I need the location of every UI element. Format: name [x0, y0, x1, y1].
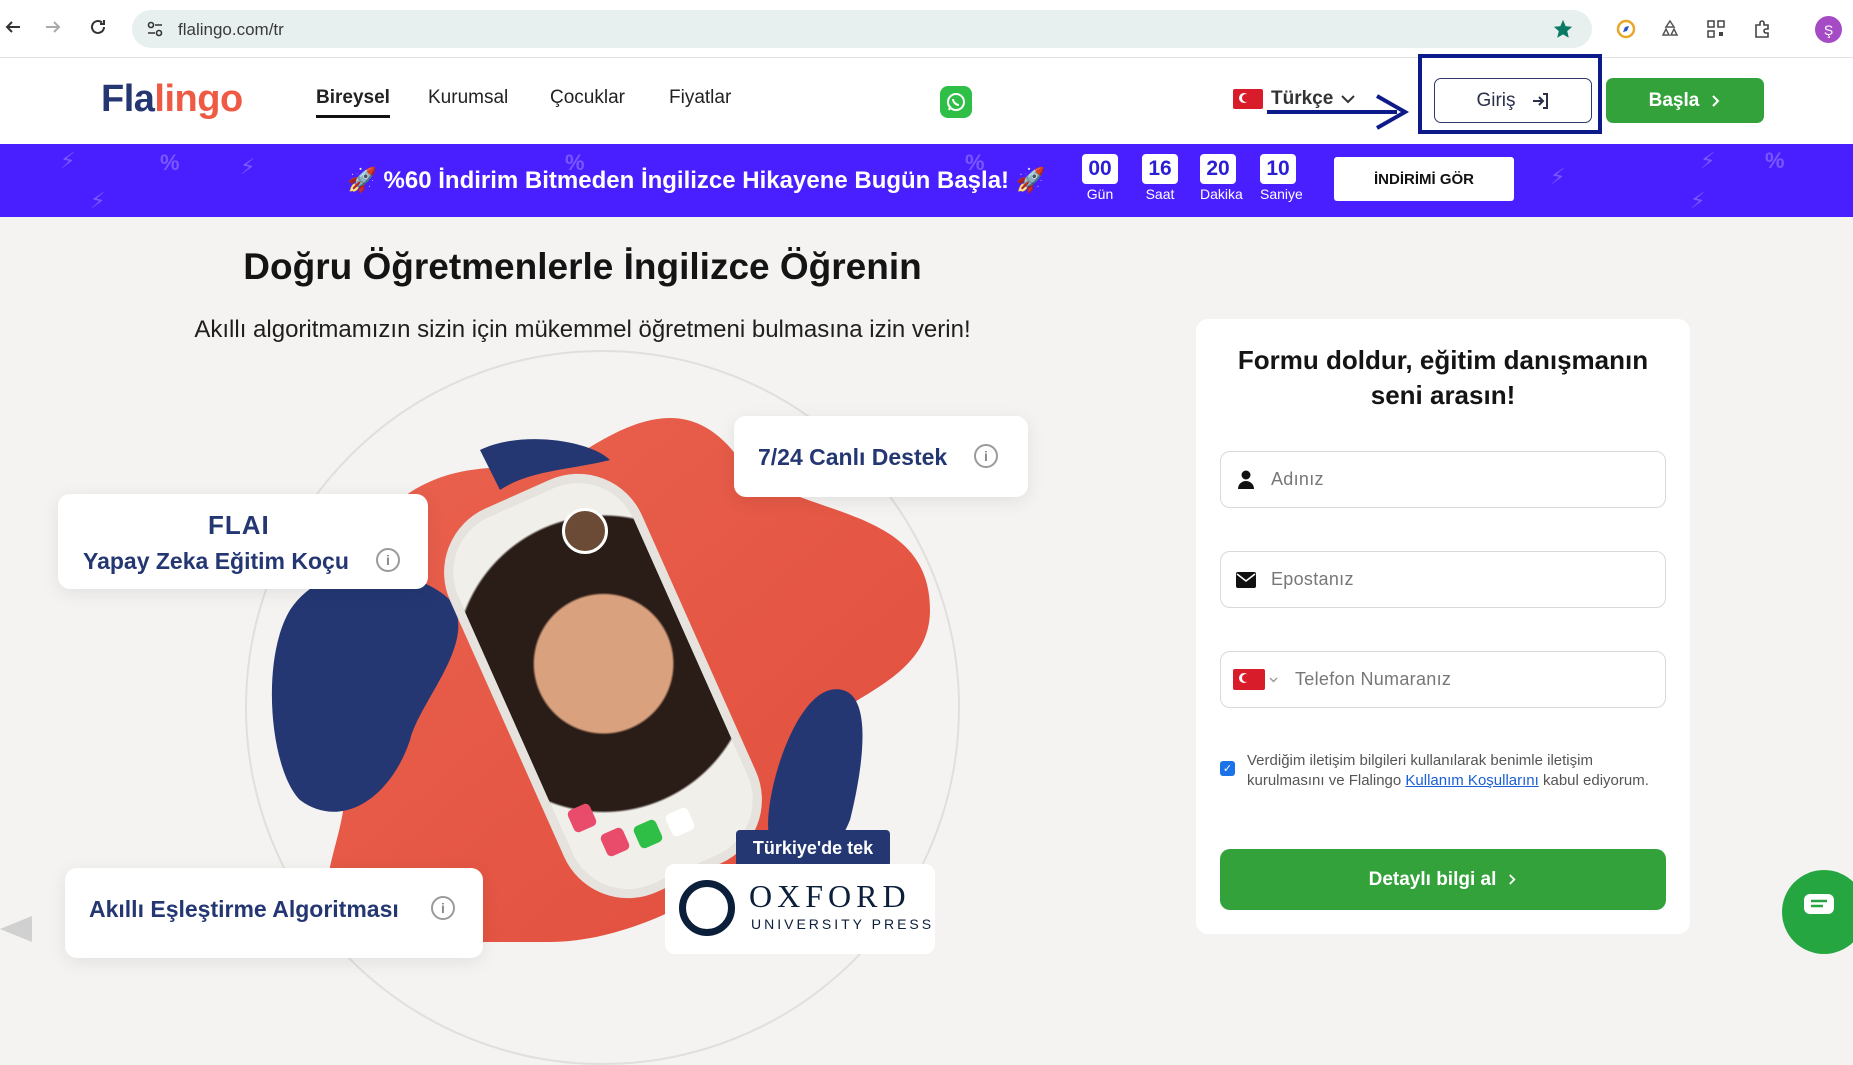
forward-arrow-icon[interactable] [42, 16, 64, 38]
nav-bireysel[interactable]: Bireysel [316, 87, 390, 118]
extension-recycle-icon[interactable] [1658, 17, 1682, 41]
whatsapp-icon[interactable] [940, 86, 972, 118]
countdown-hours: 16 Saat [1142, 154, 1178, 202]
promo-text: 🚀 %60 İndirim Bitmeden İngilizce Hikayen… [347, 167, 1046, 194]
info-icon[interactable]: i [431, 896, 455, 920]
countdown-days: 00 Gün [1082, 154, 1118, 202]
hero-title: Doğru Öğretmenlerle İngilizce Öğrenin [243, 246, 922, 287]
more-info-button[interactable]: Detaylı bilgi al [1220, 849, 1666, 910]
more-info-label: Detaylı bilgi al [1368, 868, 1497, 890]
hero-subtitle: Akıllı algoritmamızın sizin için mükemme… [194, 316, 971, 343]
percent-badge-icon: % [1765, 148, 1785, 173]
oxford-emblem-icon [679, 880, 735, 936]
countdown-minutes-value: 20 [1200, 154, 1236, 184]
url-text: flalingo.com/tr [178, 20, 284, 39]
chevron-right-icon [1712, 94, 1720, 107]
live-chat-button[interactable] [1782, 870, 1853, 954]
start-button[interactable]: Başla [1606, 78, 1764, 123]
name-field[interactable]: Adınız [1220, 451, 1666, 508]
user-icon [1221, 470, 1271, 490]
lightning-icon: ⚡ [60, 148, 76, 173]
logo-part-lingo: lingo [154, 78, 243, 120]
card-match-title: Akıllı Eşleştirme Algoritması [89, 896, 399, 922]
oxford-logo-card: OXFORD UNIVERSITY PRESS [665, 864, 935, 954]
phone-placeholder: Telefon Numaranız [1295, 669, 1452, 689]
consent-row: ✓ Verdiğim iletişim bilgileri kullanılar… [1220, 751, 1666, 791]
logo-part-fla: Fla [101, 78, 155, 120]
carousel-prev-icon[interactable] [0, 916, 32, 942]
login-button[interactable]: Giriş [1434, 78, 1592, 123]
consent-checkbox[interactable]: ✓ [1220, 761, 1235, 776]
extensions-puzzle-icon[interactable] [1750, 17, 1774, 41]
lightning-icon: ⚡ [240, 154, 256, 179]
annotation-arrow [1267, 94, 1410, 130]
chevron-right-icon [1509, 874, 1516, 885]
phone-field[interactable]: Telefon Numaranız [1220, 651, 1666, 708]
card-ai-coach: FLAI Yapay Zeka Eğitim Koçu i [58, 494, 428, 589]
nav-cocuklar[interactable]: Çocuklar [550, 87, 625, 109]
oxford-line1: OXFORD [749, 878, 911, 914]
countdown-days-label: Gün [1086, 186, 1114, 202]
extension-qr-icon[interactable] [1704, 17, 1728, 41]
oxford-line2: UNIVERSITY PRESS [751, 916, 935, 932]
percent-badge-icon: % [160, 150, 180, 175]
card-live-support: 7/24 Canlı Destek i [734, 416, 1028, 497]
email-placeholder: Epostanız [1271, 569, 1354, 589]
info-icon[interactable]: i [376, 548, 400, 572]
login-label: Giriş [1476, 89, 1516, 111]
countdown-minutes: 20 Dakika [1200, 154, 1243, 202]
card-ai-title: Yapay Zeka Eğitim Koçu [83, 548, 349, 574]
country-code-selector[interactable] [1221, 669, 1289, 690]
consent-text-after: kabul ediyorum. [1538, 772, 1649, 789]
countdown-minutes-label: Dakika [1200, 186, 1243, 202]
back-arrow-icon[interactable] [2, 16, 24, 38]
profile-avatar[interactable]: Ş [1815, 16, 1842, 43]
browser-toolbar: flalingo.com/tr Ş [0, 0, 1853, 58]
countdown-seconds-label: Saniye [1260, 186, 1303, 202]
login-arrow-icon [1532, 92, 1548, 109]
countdown-hours-label: Saat [1145, 186, 1175, 202]
see-discount-button[interactable]: İNDİRİMİ GÖR [1334, 157, 1514, 201]
terms-link[interactable]: Kullanım Koşullarını [1405, 772, 1538, 789]
chat-icon [1804, 894, 1834, 914]
info-icon[interactable]: i [974, 444, 998, 468]
lightning-icon: ⚡ [1700, 148, 1716, 173]
chevron-down-icon [1269, 677, 1277, 682]
flai-logo: FLAI [208, 510, 270, 540]
user-avatar [562, 508, 608, 554]
nav-kurumsal[interactable]: Kurumsal [428, 87, 508, 109]
mail-icon [1221, 571, 1271, 588]
contact-form: Formu doldur, eğitim danışmanın seni ara… [1196, 319, 1690, 934]
promo-banner: ⚡ % ⚡ ⚡ % % ⚡ ⚡ % ⚡ 🚀 %60 İndirim Bitmed… [0, 144, 1853, 217]
card-smart-matching: Akıllı Eşleştirme Algoritması i [65, 868, 483, 958]
countdown-hours-value: 16 [1142, 154, 1178, 184]
site-settings-icon[interactable] [146, 20, 164, 43]
reload-icon[interactable] [87, 16, 109, 38]
countdown-days-value: 00 [1082, 154, 1118, 184]
email-field[interactable]: Epostanız [1220, 551, 1666, 608]
card-support-title: 7/24 Canlı Destek [758, 444, 948, 470]
lightning-icon: ⚡ [1690, 188, 1706, 213]
address-bar[interactable]: flalingo.com/tr [132, 10, 1592, 48]
turkey-only-badge: Türkiye'de tek [736, 830, 890, 867]
bookmark-star-icon[interactable] [1552, 18, 1574, 45]
start-label: Başla [1648, 89, 1700, 111]
flalingo-logo[interactable]: Flalingo [101, 78, 243, 121]
lightning-icon: ⚡ [1550, 164, 1566, 189]
turkey-flag-icon [1233, 89, 1263, 109]
countdown-seconds-value: 10 [1260, 154, 1296, 184]
name-placeholder: Adınız [1271, 469, 1324, 489]
lightning-icon: ⚡ [90, 188, 106, 213]
nav-fiyatlar[interactable]: Fiyatlar [669, 87, 731, 109]
extension-compass-icon[interactable] [1614, 17, 1638, 41]
form-title: Formu doldur, eğitim danışmanın seni ara… [1237, 345, 1649, 410]
turkey-flag-icon [1232, 669, 1265, 690]
consent-text: Verdiğim iletişim bilgileri kullanılarak… [1247, 751, 1666, 791]
countdown-seconds: 10 Saniye [1260, 154, 1303, 202]
